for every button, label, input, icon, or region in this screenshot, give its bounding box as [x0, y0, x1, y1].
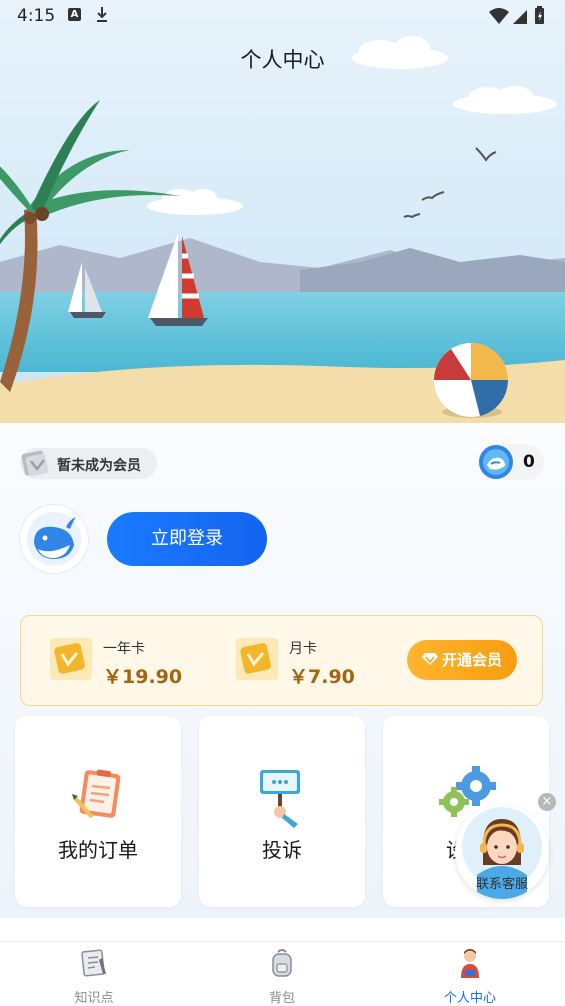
order-clipboard-icon — [72, 769, 121, 818]
status-time: 4:15 — [17, 6, 56, 26]
contact-support-label: 联系客服 — [475, 877, 528, 892]
close-icon[interactable]: × — [538, 793, 556, 811]
status-right-icons — [489, 6, 549, 30]
status-bar: 4:15 A — [0, 0, 565, 32]
knowledge-doc-icon — [81, 949, 106, 977]
gold-card-icon — [236, 638, 278, 680]
plan-name: 月卡 — [289, 641, 317, 657]
signal-icon — [513, 10, 527, 24]
tab-profile[interactable]: 个人中心 — [410, 942, 530, 1006]
plan-price: ￥7.90 — [289, 666, 355, 688]
tile-label: 我的订单 — [58, 838, 138, 862]
download-icon — [97, 7, 107, 22]
diamond-icon — [421, 653, 438, 665]
plan-name: 一年卡 — [103, 641, 145, 657]
whale-avatar-icon — [27, 512, 81, 566]
tile-label: 投诉 — [262, 838, 302, 862]
tab-label: 知识点 — [74, 991, 114, 1006]
contact-support-button[interactable]: 联系客服 — [455, 805, 549, 899]
profile-person-icon — [461, 949, 479, 978]
tab-knowledge[interactable]: 知识点 — [34, 942, 154, 1006]
page-title: 个人中心 — [240, 48, 325, 72]
tab-backpack[interactable]: 背包 — [222, 942, 342, 1006]
open-membership-label: 开通会员 — [441, 651, 502, 669]
member-status-text: 暂未成为会员 — [57, 458, 141, 474]
member-status-badge[interactable]: 暂未成为会员 — [20, 448, 157, 479]
complaint-sign-icon — [260, 770, 300, 828]
battery-icon — [535, 6, 544, 24]
avatar[interactable] — [20, 505, 88, 573]
tile-complaint[interactable]: 投诉 — [199, 716, 365, 907]
wifi-icon — [489, 8, 509, 24]
backpack-icon — [272, 949, 292, 977]
plan-price: ￥19.90 — [103, 666, 183, 688]
coin-icon — [479, 445, 513, 479]
coin-count: 0 — [523, 452, 535, 472]
coin-balance[interactable]: 0 — [478, 444, 544, 480]
vip-card-gray-icon — [21, 450, 49, 477]
gold-card-icon — [50, 638, 92, 680]
bottom-tab-bar: 知识点 背包 个人中心 — [0, 941, 565, 1006]
tab-label: 背包 — [268, 991, 295, 1006]
a-notification-icon: A — [68, 8, 81, 21]
vip-plans-card: 一年卡 ￥19.90 月卡 ￥7.90 开通会员 — [20, 615, 543, 706]
login-button[interactable]: 立即登录 — [107, 512, 267, 566]
tile-my-orders[interactable]: 我的订单 — [15, 716, 181, 907]
open-membership-button[interactable]: 开通会员 — [407, 640, 517, 680]
tab-label: 个人中心 — [443, 991, 496, 1006]
